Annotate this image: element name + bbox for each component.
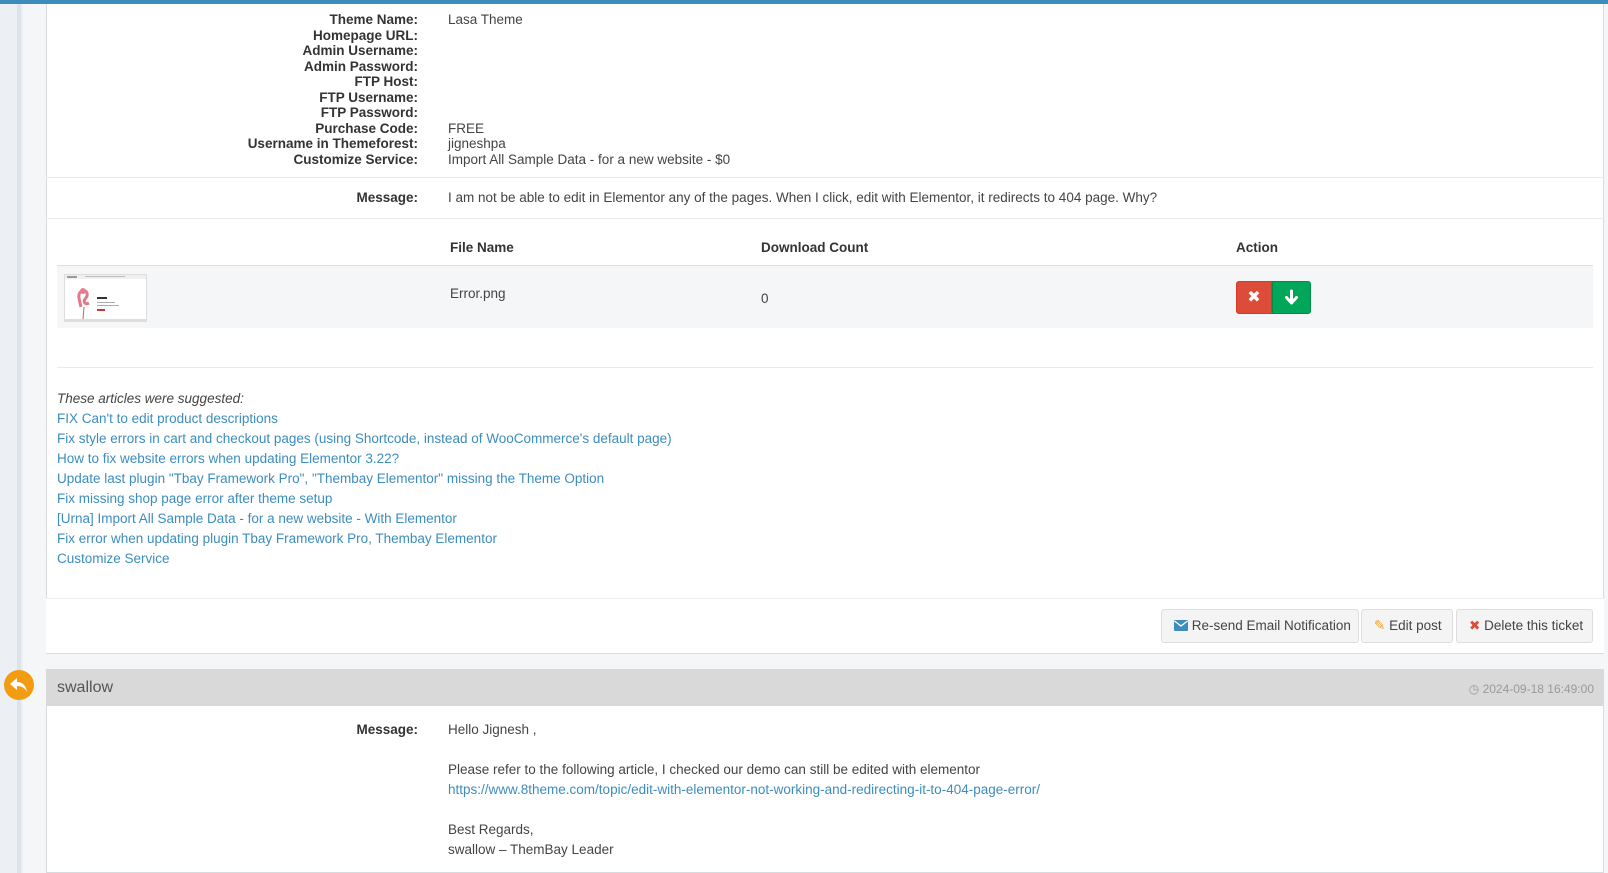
divider	[46, 218, 1604, 219]
field-label-homepage-url: Homepage URL:	[312, 28, 418, 43]
close-icon: ✖	[1247, 289, 1261, 306]
suggested-article-link[interactable]: How to fix website errors when updating …	[57, 451, 399, 466]
field-label-admin-username: Admin Username:	[302, 43, 418, 58]
delete-ticket-label: Delete this ticket	[1484, 618, 1584, 633]
download-count: 0	[761, 291, 769, 306]
reply-signoff: Best Regards,	[448, 822, 534, 837]
field-label-ftp-password: FTP Password:	[320, 105, 418, 120]
field-label-customize-service: Customize Service:	[293, 152, 418, 167]
delete-ticket-button[interactable]: ✖ Delete this ticket	[1456, 609, 1593, 643]
reply-header	[46, 669, 1604, 706]
suggested-article-link[interactable]: Update last plugin "Tbay Framework Pro",…	[57, 471, 604, 486]
resend-email-label: Re-send Email Notification	[1191, 618, 1351, 633]
reply-signature: swallow – ThemBay Leader	[448, 842, 614, 857]
column-header-file-name: File Name	[450, 240, 514, 255]
suggested-article-link[interactable]: Fix style errors in cart and checkout pa…	[57, 431, 672, 446]
field-label-themeforest-username: Username in Themeforest:	[247, 136, 418, 151]
suggested-article-link[interactable]: [Urna] Import All Sample Data - for a ne…	[57, 511, 457, 526]
suggested-article-link[interactable]: Customize Service	[57, 551, 170, 566]
reply-body: Please refer to the following article, I…	[448, 762, 981, 777]
screenshot-thumbnail-icon	[65, 275, 146, 321]
delete-file-button[interactable]: ✖	[1236, 281, 1272, 314]
suggested-article-link[interactable]: Fix missing shop page error after theme …	[57, 491, 332, 506]
edit-post-button[interactable]: ✎ Edit post	[1361, 609, 1453, 643]
suggestions-title: These articles were suggested:	[57, 391, 244, 406]
file-name[interactable]: Error.png	[450, 286, 506, 301]
suggested-article-link[interactable]: Fix error when updating plugin Tbay Fram…	[57, 531, 497, 546]
reply-message-label: Message:	[356, 722, 418, 737]
reply-greeting: Hello Jignesh ,	[448, 722, 537, 737]
resend-email-button[interactable]: Re-send Email Notification	[1161, 609, 1359, 643]
field-label-ftp-username: FTP Username:	[319, 90, 418, 105]
clock-icon: ◷	[1468, 682, 1480, 696]
pencil-icon: ✎	[1374, 618, 1386, 633]
download-file-button[interactable]	[1272, 281, 1311, 314]
field-label-ftp-host: FTP Host:	[354, 74, 419, 89]
edit-post-label: Edit post	[1389, 618, 1442, 633]
table-row	[57, 266, 1593, 328]
field-label-purchase-code: Purchase Code:	[315, 121, 418, 136]
envelope-icon	[1174, 620, 1188, 631]
field-value-customize-service: Import All Sample Data - for a new websi…	[448, 152, 731, 167]
reply-article-link[interactable]: https://www.8theme.com/topic/edit-with-e…	[448, 782, 1040, 797]
reply-icon	[4, 670, 34, 700]
column-header-download-count: Download Count	[761, 240, 869, 255]
divider	[46, 177, 1604, 178]
attachment-thumbnail[interactable]	[64, 274, 147, 322]
field-label-theme-name: Theme Name:	[329, 12, 418, 27]
field-value-theme-name: Lasa Theme	[448, 12, 523, 27]
arrow-down-icon	[1285, 289, 1298, 305]
field-label-admin-password: Admin Password:	[303, 59, 418, 74]
reply-timestamp-text: 2024-09-18 16:49:00	[1482, 682, 1594, 696]
reply-author: swallow	[57, 679, 114, 696]
ticket-message: I am not be able to edit in Elementor an…	[448, 190, 1158, 205]
reply-arrow-icon	[10, 678, 27, 692]
reply-timestamp: ◷ 2024-09-18 16:49:00	[1469, 682, 1594, 696]
message-label: Message:	[356, 190, 418, 205]
field-value-themeforest-username: jigneshpa	[448, 136, 506, 151]
close-icon: ✖	[1469, 618, 1481, 633]
suggested-article-link[interactable]: FIX Can't to edit product descriptions	[57, 411, 278, 426]
column-header-action: Action	[1236, 240, 1278, 255]
divider	[57, 367, 1593, 368]
field-value-purchase-code: FREE	[448, 121, 485, 136]
